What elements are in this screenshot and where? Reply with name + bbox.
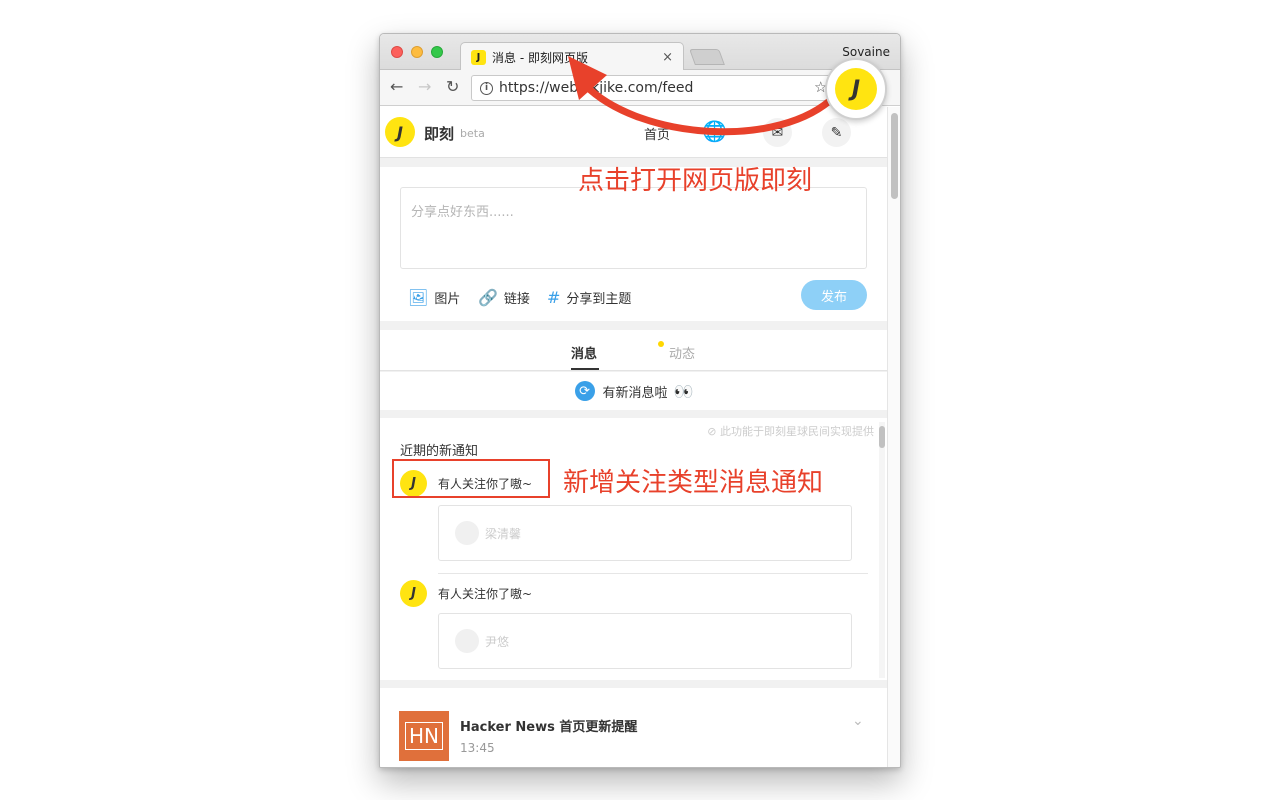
globe-icon[interactable]: 🌐: [702, 119, 727, 143]
page-content: J 即刻 beta 首页 🌐 ✉ ✎ 分享点好东西...... 🖼 图片 🔗 链…: [380, 107, 888, 767]
browser-toolbar: ← → ↻ i https://web.okjike.com/feed ☆: [380, 70, 900, 106]
tab-messages[interactable]: 消息: [571, 343, 597, 362]
publish-button[interactable]: 发布: [801, 280, 867, 310]
hacker-news-logo-text: HN: [405, 722, 443, 750]
follower-avatar: [455, 629, 479, 653]
provider-note: ⊘ 此功能于即刻星球民间实现提供: [707, 425, 874, 438]
feed-tabs: 消息 动态: [380, 330, 888, 371]
info-icon[interactable]: i: [480, 81, 493, 95]
follower-name: 尹悠: [485, 634, 510, 649]
messages-button[interactable]: ✉: [763, 118, 792, 147]
add-image-button[interactable]: 🖼 图片: [408, 288, 460, 307]
hashtag-icon: #: [547, 288, 561, 307]
brand-name[interactable]: 即刻: [424, 123, 454, 144]
jike-extension-icon: J: [835, 68, 877, 110]
follower-card[interactable]: 尹悠: [438, 613, 852, 669]
notifications-panel: ⊘ 此功能于即刻星球民间实现提供 近期的新通知 J 有人关注你了嗷~ 梁清馨 J…: [380, 418, 888, 680]
beta-label: beta: [460, 127, 485, 140]
notifications-heading: 近期的新通知: [400, 444, 479, 459]
active-tab-underline: [571, 368, 599, 370]
browser-tab-active[interactable]: J 消息 - 即刻网页版 ×: [460, 42, 684, 71]
back-arrow-icon[interactable]: ←: [390, 77, 403, 96]
tab-title: 消息 - 即刻网页版: [492, 50, 588, 65]
close-window-button[interactable]: [391, 46, 403, 58]
callout-new-notification-type: 新增关注类型消息通知: [563, 468, 824, 498]
avatar: J: [400, 580, 427, 607]
callout-open-web: 点击打开网页版即刻: [578, 166, 813, 196]
new-tab-button[interactable]: [689, 49, 725, 65]
tab-close-icon[interactable]: ×: [662, 50, 673, 65]
share-to-topic-label: 分享到主题: [566, 292, 632, 307]
add-link-label: 链接: [503, 292, 530, 307]
new-messages-text: 有新消息啦: [602, 385, 668, 401]
notification-item[interactable]: J 有人关注你了嗷~: [400, 580, 532, 607]
page-scrollbar[interactable]: [887, 107, 900, 767]
image-icon: 🖼: [408, 288, 429, 307]
address-bar[interactable]: i https://web.okjike.com/feed: [471, 75, 835, 101]
envelope-icon: ✉: [771, 124, 784, 141]
link-icon: 🔗: [478, 288, 498, 307]
extension-button[interactable]: J: [825, 58, 887, 120]
reload-icon[interactable]: ↻: [446, 77, 459, 96]
tab-strip: J 消息 - 即刻网页版 × Sovaine: [380, 34, 900, 71]
url-text[interactable]: https://web.okjike.com/feed: [499, 80, 693, 96]
notifications-scroll-thumb[interactable]: [879, 426, 885, 448]
profile-name[interactable]: Sovaine: [842, 45, 890, 59]
unread-dot: [658, 341, 664, 347]
browser-window: J 消息 - 即刻网页版 × Sovaine ← → ↻ i https://w…: [379, 33, 901, 768]
page-scroll-thumb[interactable]: [891, 113, 898, 199]
stage: J 消息 - 即刻网页版 × Sovaine ← → ↻ i https://w…: [0, 0, 1280, 800]
chevron-down-icon[interactable]: ⌄: [852, 713, 864, 729]
share-textarea[interactable]: 分享点好东西......: [400, 187, 867, 269]
site-header: J 即刻 beta 首页 🌐 ✉ ✎: [380, 107, 888, 158]
notification-text: 有人关注你了嗷~: [438, 587, 533, 601]
compose-button[interactable]: ✎: [822, 118, 851, 147]
notifications-scrollbar[interactable]: [879, 422, 885, 678]
divider: [438, 573, 868, 574]
refresh-icon: ⟳: [574, 381, 595, 401]
pencil-icon: ✎: [830, 124, 843, 141]
forward-arrow-icon[interactable]: →: [418, 77, 431, 96]
hn-card-time: 13:45: [460, 741, 495, 755]
share-to-topic-button[interactable]: # 分享到主题: [547, 288, 631, 307]
add-image-label: 图片: [434, 292, 461, 307]
zoom-window-button[interactable]: [431, 46, 443, 58]
jike-favicon-icon: J: [471, 49, 486, 65]
follower-card[interactable]: 梁清馨: [438, 505, 852, 561]
hacker-news-card[interactable]: HN Hacker News 首页更新提醒 13:45 ⌄: [380, 688, 888, 767]
tab-activity[interactable]: 动态: [669, 343, 695, 362]
add-link-button[interactable]: 🔗 链接: [478, 288, 530, 307]
follower-avatar: [455, 521, 479, 545]
follower-name: 梁清馨: [485, 526, 522, 541]
nav-home-link[interactable]: 首页: [644, 124, 670, 143]
hacker-news-logo: HN: [399, 711, 449, 761]
hn-card-title[interactable]: Hacker News 首页更新提醒: [460, 716, 637, 735]
minimize-window-button[interactable]: [411, 46, 423, 58]
jike-logo[interactable]: J: [385, 117, 415, 147]
eyes-emoji-icon: 👀: [673, 381, 694, 401]
highlight-box: [392, 459, 550, 498]
new-messages-banner[interactable]: ⟳ 有新消息啦 👀: [380, 372, 888, 410]
